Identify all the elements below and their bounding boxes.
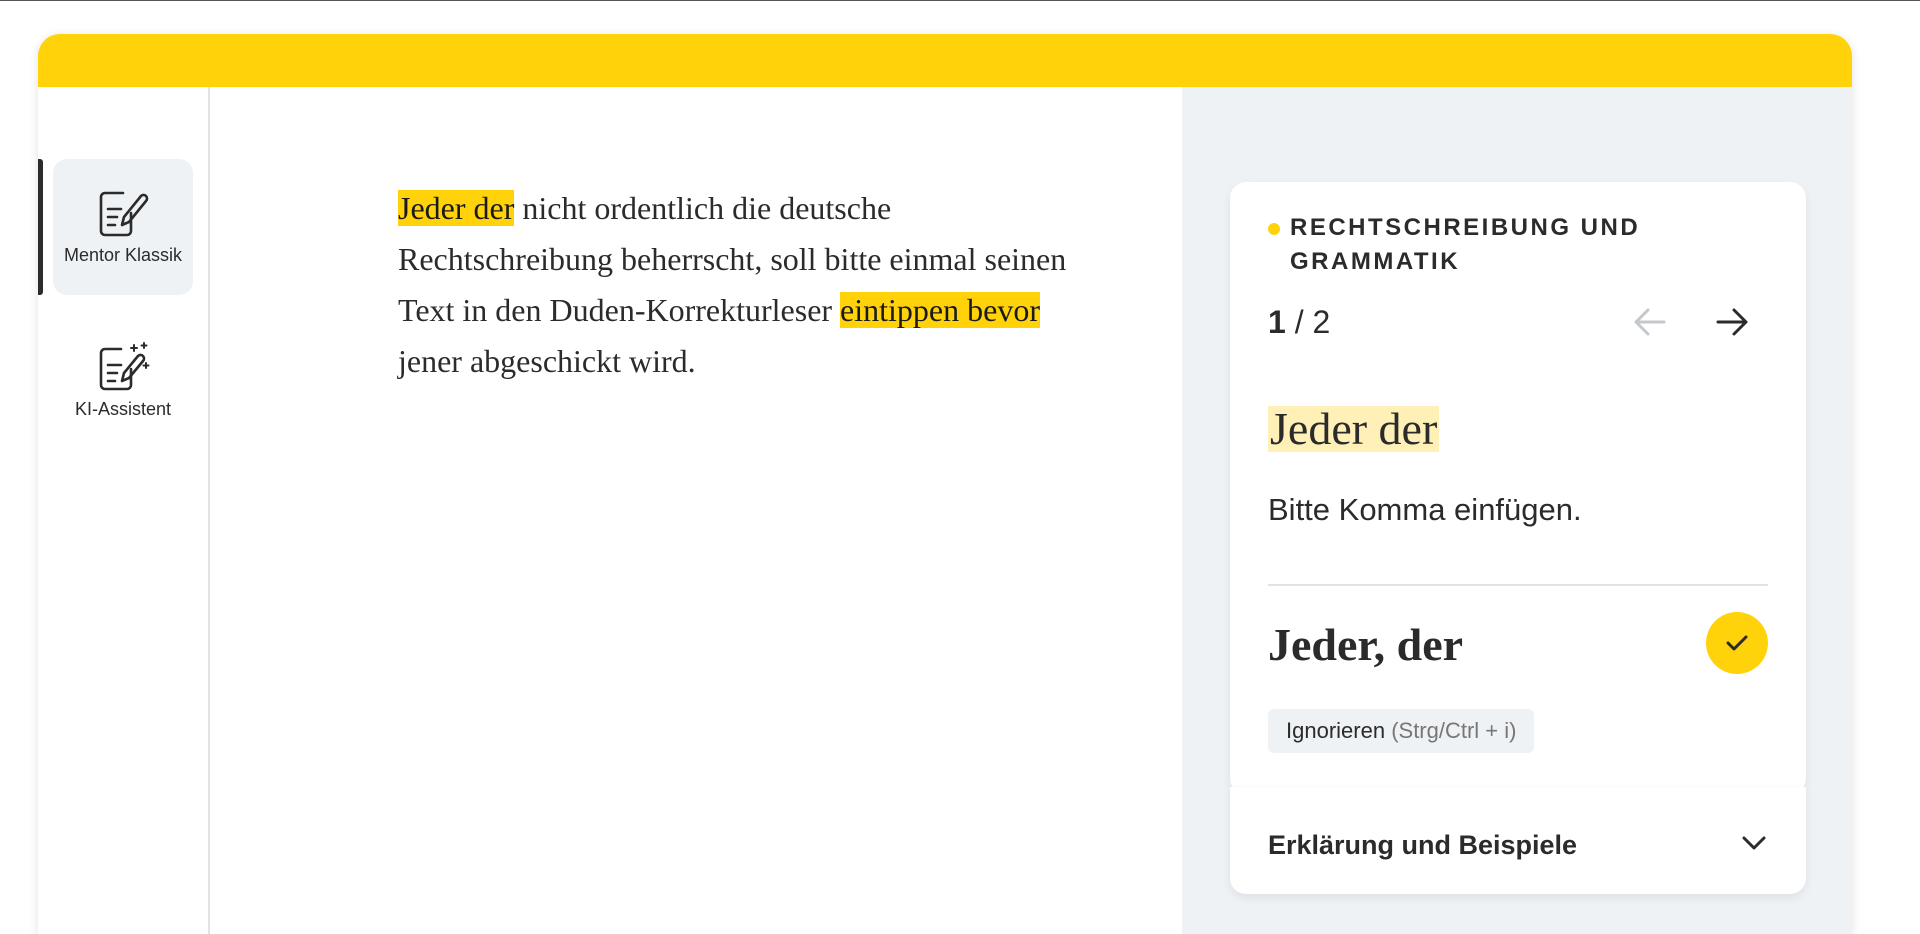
original-text: Jeder der [1268, 403, 1440, 454]
category-title: RECHTSCHREIBUNG UND GRAMMATIK [1290, 214, 1641, 275]
suggestion-text[interactable]: Jeder, der [1268, 618, 1463, 671]
error-highlight-eintippen-bevor[interactable]: eintippen bevor [840, 292, 1040, 328]
accept-suggestion-button[interactable] [1706, 612, 1768, 674]
app-window: Mentor Klassik KI-Assistent Jeder der ni… [38, 34, 1852, 934]
checkmark-icon [1726, 635, 1748, 651]
explanation-label: Erklärung und Beispiele [1268, 830, 1578, 860]
active-indicator [38, 159, 43, 295]
chevron-down-icon [1742, 836, 1766, 850]
category-dot [1268, 223, 1280, 235]
counter-total: 2 [1312, 304, 1331, 340]
divider [1268, 584, 1768, 586]
document-pen-icon [99, 191, 149, 237]
sidebar-item-ki-assistent[interactable]: KI-Assistent [53, 313, 193, 449]
arrow-left-icon[interactable] [1628, 300, 1672, 344]
counter-current: 1 [1268, 304, 1286, 340]
editor-text[interactable]: Jeder der nicht ordentlich die deutsche … [398, 183, 1098, 387]
sidebar-item-label: KI-Assistent [74, 399, 172, 419]
counter-separator: / [1285, 304, 1313, 340]
ignore-label: Ignorieren [1286, 718, 1386, 743]
brand-header-bar [38, 34, 1852, 87]
ignore-button[interactable]: Ignorieren (Strg/Ctrl + i) [1268, 709, 1535, 753]
ignore-shortcut: (Strg/Ctrl + i) [1385, 718, 1517, 743]
correction-panel: RECHTSCHREIBUNG UND GRAMMATIK 1 / 2 Jede… [1182, 87, 1852, 934]
suggestion-card: RECHTSCHREIBUNG UND GRAMMATIK 1 / 2 Jede… [1230, 182, 1806, 794]
text-segment: jener abgeschickt wird. [398, 343, 696, 379]
document-magic-wand-icon [99, 342, 150, 391]
suggestion-counter: 1 / 2 [1268, 304, 1330, 341]
sidebar-item-label: Mentor Klassik [63, 245, 183, 265]
window-top-border [0, 0, 1920, 1]
error-highlight-jeder-der[interactable]: Jeder der [398, 190, 515, 226]
explanation-accordion[interactable]: Erklärung und Beispiele [1230, 787, 1806, 894]
text-editor[interactable]: Jeder der nicht ordentlich die deutsche … [210, 87, 1180, 934]
sidebar: Mentor Klassik KI-Assistent [38, 87, 210, 934]
sidebar-item-mentor-klassik[interactable]: Mentor Klassik [38, 159, 193, 295]
arrow-right-icon[interactable] [1710, 300, 1754, 344]
correction-message: Bitte Komma einfügen. [1268, 492, 1582, 527]
